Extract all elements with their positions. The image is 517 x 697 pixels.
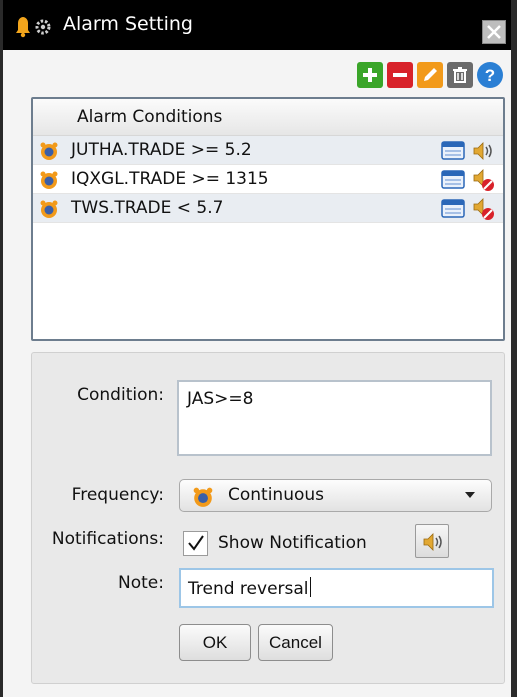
chevron-down-icon	[465, 492, 475, 498]
delete-button[interactable]	[447, 62, 473, 88]
edit-button[interactable]	[417, 62, 443, 88]
help-button[interactable]: ?	[477, 62, 503, 88]
speaker-icon[interactable]	[471, 139, 495, 163]
list-item[interactable]: IQXGL.TRADE >= 1315	[33, 165, 503, 194]
calendar-icon[interactable]	[441, 141, 465, 160]
ok-button[interactable]: OK	[179, 624, 251, 661]
alarm-clock-icon	[39, 141, 59, 161]
calendar-icon[interactable]	[441, 199, 465, 218]
frequency-select[interactable]: Continuous	[179, 479, 492, 512]
note-value: Trend reversal	[188, 579, 309, 599]
condition-text: TWS.TRADE < 5.7	[71, 198, 224, 218]
alarm-clock-icon	[192, 486, 214, 508]
speaker-muted-icon[interactable]	[471, 197, 495, 221]
note-label: Note:	[118, 573, 164, 593]
frequency-value: Continuous	[228, 485, 325, 505]
condition-text: IQXGL.TRADE >= 1315	[71, 169, 269, 189]
show-notification-label[interactable]: Show Notification	[218, 533, 367, 553]
add-button[interactable]	[357, 62, 383, 88]
window-title: Alarm Setting	[63, 13, 193, 35]
close-icon[interactable]	[482, 20, 506, 44]
calendar-icon[interactable]	[441, 170, 465, 189]
notifications-label: Notifications:	[51, 529, 164, 549]
bell-gear-icon	[13, 14, 55, 38]
frequency-label: Frequency:	[71, 485, 164, 505]
title-bar: Alarm Setting	[3, 0, 511, 50]
condition-input[interactable]: JAS>=8	[177, 380, 492, 456]
remove-button[interactable]	[387, 62, 413, 88]
show-notification-checkbox[interactable]	[183, 531, 208, 556]
condition-form: Condition: JAS>=8 Frequency: Continuous …	[31, 352, 505, 684]
alarm-conditions-list: Alarm Conditions JUTHA.TRADE >= 5.2 IQXG…	[31, 97, 505, 341]
list-item[interactable]: JUTHA.TRADE >= 5.2	[33, 136, 503, 165]
condition-label: Condition:	[77, 385, 164, 405]
speaker-muted-icon[interactable]	[471, 168, 495, 192]
condition-text: JUTHA.TRADE >= 5.2	[71, 140, 252, 160]
text-caret	[309, 577, 311, 597]
alarm-clock-icon	[39, 199, 59, 219]
alarm-setting-window: Alarm Setting ? Alarm Conditions JUTHA.T…	[0, 0, 517, 697]
note-input[interactable]: Trend reversal	[179, 568, 494, 608]
list-item[interactable]: TWS.TRADE < 5.7	[33, 194, 503, 223]
cancel-button[interactable]: Cancel	[258, 624, 333, 661]
sound-button[interactable]	[415, 524, 449, 558]
toolbar: ?	[357, 62, 503, 90]
list-header-label: Alarm Conditions	[77, 107, 223, 127]
list-header: Alarm Conditions	[33, 99, 503, 136]
svg-text:?: ?	[485, 66, 495, 85]
alarm-clock-icon	[39, 170, 59, 190]
